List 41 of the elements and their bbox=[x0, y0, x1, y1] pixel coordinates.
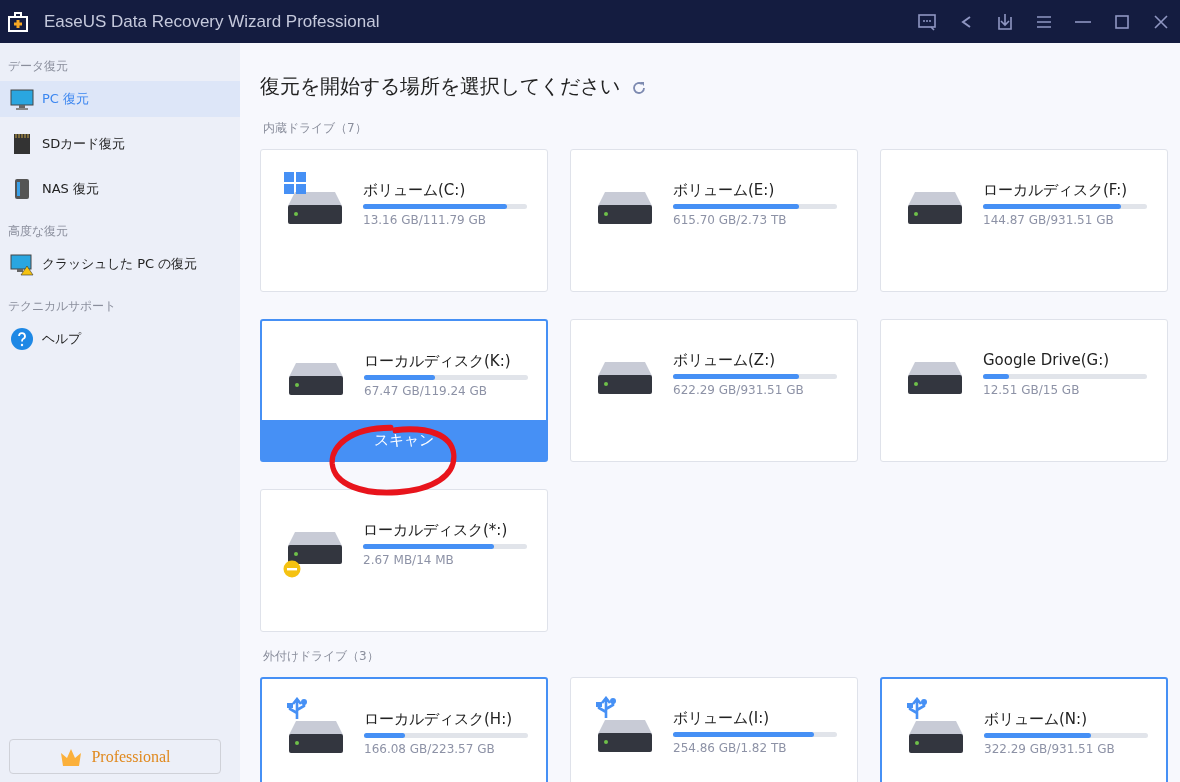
drive-card[interactable]: ローカルディスク(F:) 144.87 GB/931.51 GB bbox=[880, 149, 1168, 292]
drive-usage: 322.29 GB/931.51 GB bbox=[984, 741, 1116, 758]
drive-usage: 622.29 GB/931.51 GB bbox=[673, 382, 805, 399]
drive-usage: 2.67 MB/14 MB bbox=[363, 552, 455, 569]
sidebar-item[interactable]: NAS 復元 bbox=[0, 171, 240, 207]
window-title: EaseUS Data Recovery Wizard Professional bbox=[44, 10, 380, 33]
drive-name: ボリューム(C:) bbox=[363, 180, 467, 200]
drive-name: ローカルディスク(H:) bbox=[364, 709, 514, 729]
drive-name: ローカルディスク(F:) bbox=[983, 180, 1129, 200]
sidebar-item[interactable]: ヘルプ bbox=[0, 321, 240, 357]
drive-usage: 67.47 GB/119.24 GB bbox=[364, 383, 489, 400]
drive-name: ローカルディスク(*:) bbox=[363, 520, 509, 540]
drive-name: ボリューム(E:) bbox=[673, 180, 776, 200]
drive-card[interactable]: ボリューム(N:) 322.29 GB/931.51 GB bbox=[880, 677, 1168, 782]
drive-name: ボリューム(Z:) bbox=[673, 350, 777, 370]
drive-name: ローカルディスク(K:) bbox=[364, 351, 512, 371]
drive-card[interactable]: ボリューム(Z:) 622.29 GB/931.51 GB bbox=[570, 319, 858, 462]
section-heading: 高度な復元 bbox=[7, 223, 69, 240]
section-heading: 外付けドライブ（3） bbox=[263, 648, 380, 665]
drive-card[interactable]: ボリューム(C:) 13.16 GB/111.79 GB bbox=[260, 149, 548, 292]
drive-card[interactable]: ローカルディスク(H:) 166.08 GB/223.57 GB bbox=[260, 677, 548, 782]
drive-usage: 166.08 GB/223.57 GB bbox=[364, 741, 496, 758]
drive-usage: 615.70 GB/2.73 TB bbox=[673, 212, 788, 229]
drive-card[interactable]: ボリューム(I:) 254.86 GB/1.82 TB bbox=[570, 677, 858, 782]
section-heading: テクニカルサポート bbox=[7, 298, 117, 315]
drive-card[interactable]: ローカルディスク(*:) 2.67 MB/14 MB bbox=[260, 489, 548, 632]
drive-usage: 144.87 GB/931.51 GB bbox=[983, 212, 1115, 229]
drive-usage: 13.16 GB/111.79 GB bbox=[363, 212, 488, 229]
page-title: 復元を開始する場所を選択してください bbox=[260, 73, 620, 100]
drive-card[interactable]: ボリューム(E:) 615.70 GB/2.73 TB bbox=[570, 149, 858, 292]
drive-card[interactable]: Google Drive(G:) 12.51 GB/15 GB bbox=[880, 319, 1168, 462]
drive-usage: 254.86 GB/1.82 TB bbox=[673, 740, 788, 757]
drive-name: ボリューム(N:) bbox=[984, 709, 1088, 729]
drive-card[interactable]: ローカルディスク(K:) 67.47 GB/119.24 GB スキャン bbox=[260, 319, 548, 462]
drive-name: Google Drive(G:) bbox=[983, 350, 1111, 370]
drive-name: ボリューム(I:) bbox=[673, 708, 771, 728]
section-heading: 内蔵ドライブ（7） bbox=[263, 120, 368, 137]
section-heading: データ復元 bbox=[7, 58, 69, 75]
sidebar-item[interactable]: SDカード復元 bbox=[0, 126, 240, 162]
drive-usage: 12.51 GB/15 GB bbox=[983, 382, 1081, 399]
sidebar-item[interactable]: クラッシュした PC の復元 bbox=[0, 246, 240, 282]
